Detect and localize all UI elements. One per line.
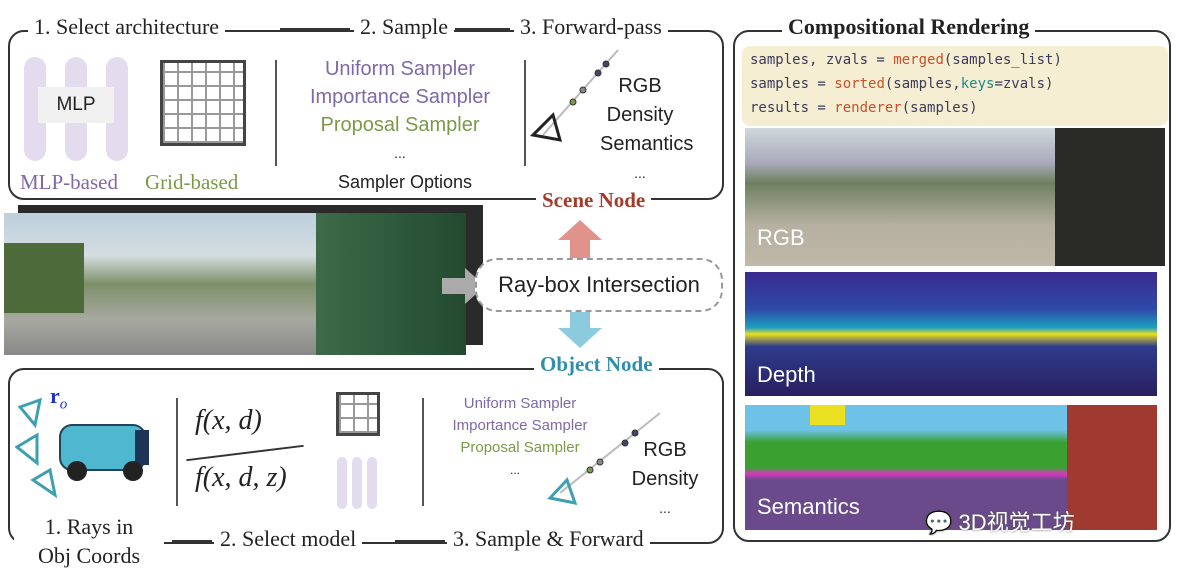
separator	[422, 398, 424, 506]
rgb-label: RGB	[757, 225, 805, 250]
uniform-sampler: Uniform Sampler	[324, 58, 476, 80]
step-select-model: 2. Select model	[214, 526, 363, 552]
sampler-list: Uniform Sampler Importance Sampler Propo…	[280, 55, 520, 167]
grid-based-label: Grid-based	[145, 170, 239, 194]
step-forward-pass: 3. Forward-pass	[514, 14, 668, 40]
sampler-options-label: Sampler Options	[337, 172, 473, 192]
input-frame-image	[4, 213, 466, 355]
formula-fxdz: f(x, d, z)	[195, 462, 287, 493]
semantics-label: Semantics	[757, 494, 860, 519]
up-arrow-icon	[558, 220, 602, 258]
divider	[455, 28, 510, 30]
formula-fxd: f(x, d)	[195, 405, 262, 436]
panel-title: Compositional Rendering	[782, 14, 1036, 40]
object-node-label: Object Node	[534, 352, 659, 377]
separator	[176, 398, 178, 506]
separator	[524, 60, 526, 166]
wechat-icon: 💬	[925, 510, 959, 535]
ray-box-intersection: Ray-box Intersection	[475, 258, 723, 312]
step-select-architecture: 1. Select architecture	[28, 14, 226, 40]
object-outputs: RGB Density...	[631, 439, 699, 516]
cameras-and-van-icon	[15, 397, 149, 499]
separator	[275, 60, 277, 166]
proposal-sampler: Proposal Sampler	[320, 114, 480, 136]
watermark: 💬 3D视觉工坊	[925, 510, 1075, 535]
depth-label: Depth	[757, 362, 816, 387]
rgb-render-image	[745, 128, 1165, 266]
divider	[280, 28, 350, 30]
code-block: samples, zvals = merged(samples_list) sa…	[742, 46, 1168, 126]
divider	[395, 540, 445, 542]
step-sample: 2. Sample	[354, 14, 454, 40]
down-arrow-icon	[558, 312, 602, 348]
step-rays-obj-coords: 1. Rays in Obj Coords	[14, 512, 164, 570]
scene-outputs: RGB Density Semantics...	[600, 75, 694, 181]
divider	[172, 540, 212, 542]
mlp-icon	[337, 457, 377, 509]
importance-sampler: Importance Sampler	[309, 86, 491, 108]
grid-cube-icon	[336, 392, 380, 436]
mlp-based-label: MLP-based	[20, 170, 118, 194]
grid-cube-icon	[160, 60, 246, 146]
mlp-icon: MLP	[24, 57, 128, 161]
step-sample-forward: 3. Sample & Forward	[447, 526, 650, 552]
